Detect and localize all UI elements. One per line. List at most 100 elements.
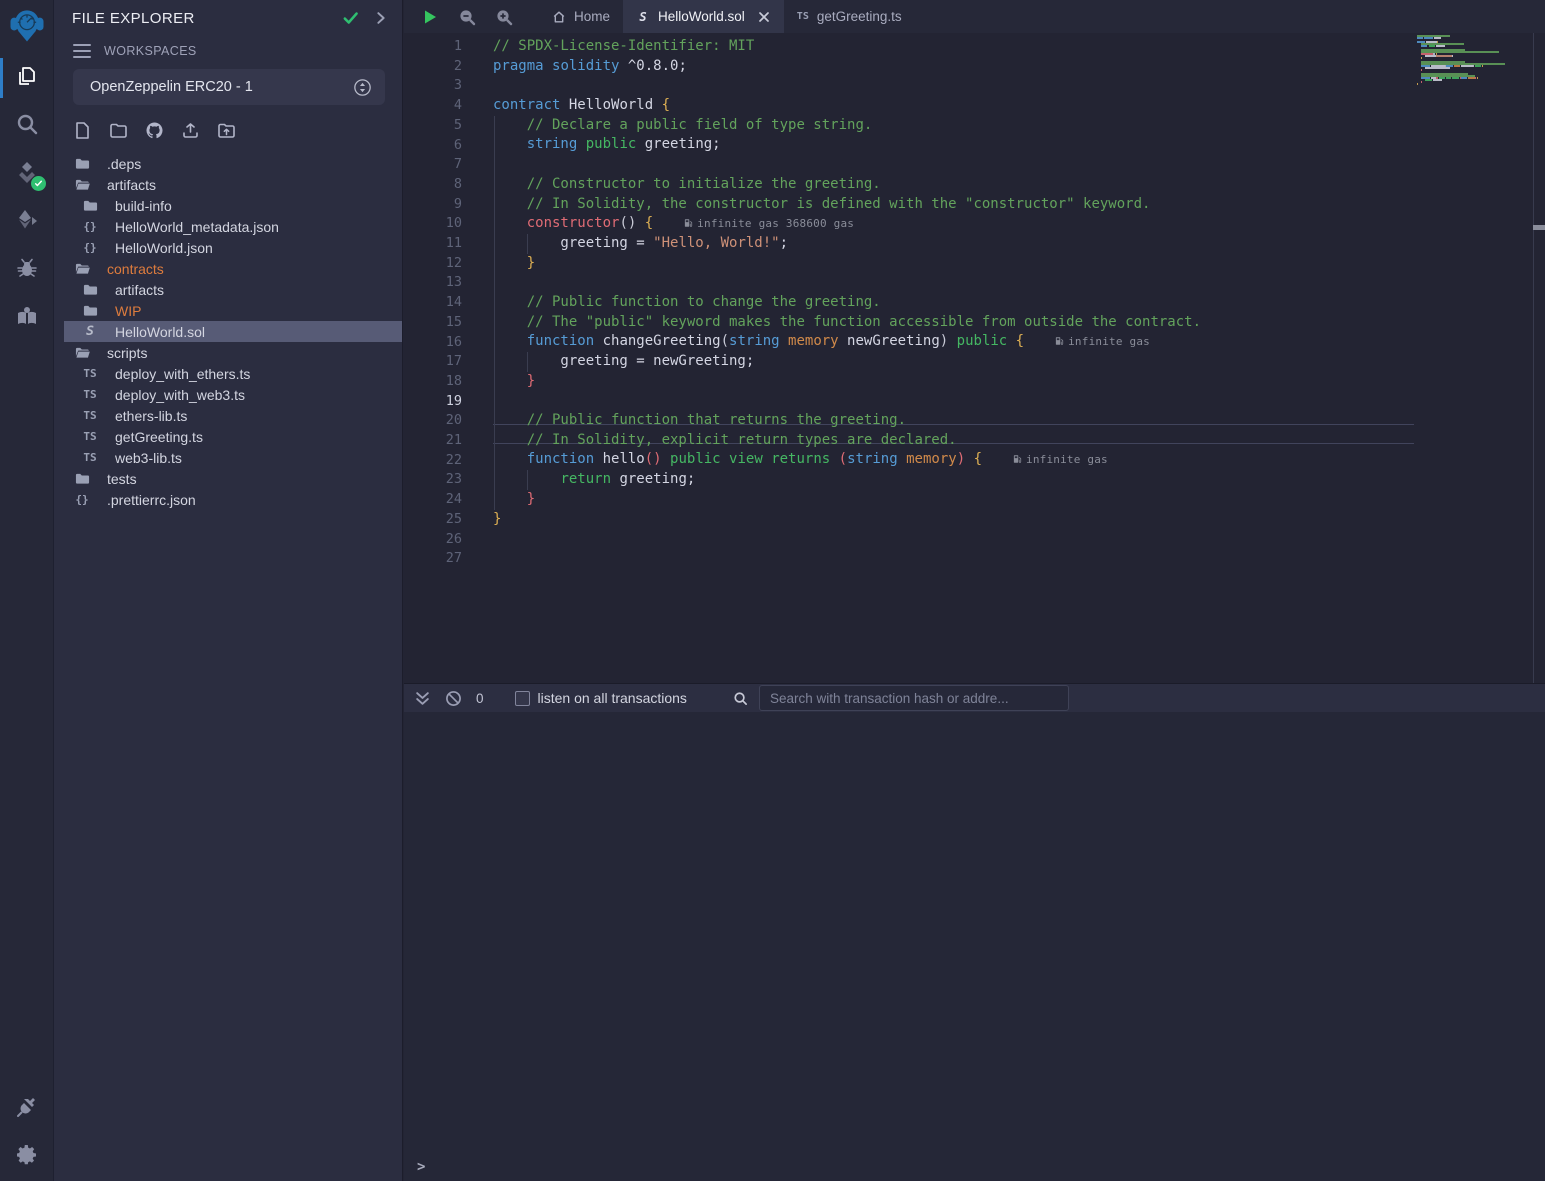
code-line: // In Solidity, explicit return types ar… (493, 431, 1405, 451)
zoom-out-button[interactable] (458, 8, 476, 26)
activity-item-search[interactable] (0, 102, 54, 150)
tree-item-.prettierrc.json[interactable]: {}.prettierrc.json (64, 489, 402, 510)
json-file-icon: {} (75, 493, 88, 506)
activity-item-learneth[interactable] (0, 294, 54, 342)
deploy-run-icon (15, 208, 39, 237)
line-number: 23 (404, 470, 462, 490)
code-line: greeting = "Hello, World!"; (493, 234, 1405, 254)
line-number: 13 (404, 273, 462, 293)
line-number: 5 (404, 116, 462, 136)
folder-closed-icon (83, 303, 98, 318)
code-line (493, 155, 1405, 175)
tab-Home[interactable]: Home (539, 0, 623, 33)
upload-folder-button[interactable] (217, 122, 244, 144)
search-icon (15, 112, 39, 141)
activity-item-file-explorer[interactable] (0, 54, 54, 102)
listen-transactions-checkbox[interactable] (515, 691, 530, 706)
editor-body[interactable]: 1234567891011121314151617181920212223242… (404, 33, 1545, 683)
tree-item-scripts[interactable]: scripts (64, 342, 402, 363)
code-line: // Constructor to initialize the greetin… (493, 175, 1405, 195)
line-number: 19 (404, 392, 462, 412)
gas-pump-icon (683, 217, 697, 230)
terminal-output[interactable]: > (404, 712, 1545, 1181)
line-number: 12 (404, 254, 462, 274)
tree-item-HelloWorld_metadata.json[interactable]: {}HelloWorld_metadata.json (64, 216, 402, 237)
activity-item-deploy-run[interactable] (0, 198, 54, 246)
tree-item-web3-lib.ts[interactable]: TSweb3-lib.ts (64, 447, 402, 468)
code-line: // Declare a public field of type string… (493, 116, 1405, 136)
chevron-right-icon[interactable] (374, 11, 388, 25)
remix-logo[interactable] (0, 0, 54, 54)
activity-item-debugger[interactable] (0, 246, 54, 294)
clone-github-button[interactable] (145, 122, 172, 144)
tree-item-tests[interactable]: tests (64, 468, 402, 489)
transaction-search-input[interactable] (759, 685, 1069, 711)
line-numbers: 1234567891011121314151617181920212223242… (404, 37, 462, 569)
code-line (493, 273, 1405, 293)
code-line: // The "public" keyword makes the functi… (493, 313, 1405, 333)
typescript-file-icon: TS (83, 367, 96, 380)
tree-item-HelloWorld.sol[interactable]: SHelloWorld.sol (64, 321, 402, 342)
editor-tabs: HomeSHelloWorld.solTSgetGreeting.ts (539, 0, 915, 33)
tree-item-deploy_with_ethers.ts[interactable]: TSdeploy_with_ethers.ts (64, 363, 402, 384)
remix-ide: FILE EXPLORER WORKSPACES OpenZeppelin ER… (0, 0, 1545, 1181)
tree-item-contracts[interactable]: contracts (64, 258, 402, 279)
line-number: 11 (404, 234, 462, 254)
scrollbar-handle[interactable] (1533, 225, 1545, 230)
typescript-file-icon: TS (83, 451, 96, 464)
gas-pump-icon (1012, 453, 1026, 466)
code-line (493, 76, 1405, 96)
activity-item-solidity-compiler[interactable] (0, 150, 54, 198)
typescript-file-icon: TS (83, 388, 96, 401)
editor-scrollbar[interactable] (1533, 33, 1545, 683)
activity-items (0, 54, 53, 342)
code-line: } (493, 510, 1405, 530)
run-script-button[interactable] (421, 8, 439, 26)
workspaces-row: WORKSPACES (73, 44, 197, 58)
tree-item-.deps[interactable]: .deps (64, 153, 402, 174)
code-lines[interactable]: // SPDX-License-Identifier: MITpragma so… (493, 37, 1405, 569)
upload-file-button[interactable] (181, 122, 208, 144)
folder-open-icon (75, 345, 90, 360)
transaction-count: 0 (476, 691, 484, 706)
tree-item-artifacts[interactable]: artifacts (64, 174, 402, 195)
solidity-file-icon: S (636, 10, 650, 24)
tree-item-getGreeting.ts[interactable]: TSgetGreeting.ts (64, 426, 402, 447)
activity-item-settings[interactable] (0, 1133, 54, 1181)
folder-closed-icon (83, 282, 98, 297)
tab-HelloWorld.sol[interactable]: SHelloWorld.sol (623, 0, 784, 33)
gas-estimate: infinite gas 368600 gas (683, 217, 854, 230)
typescript-file-icon: TS (797, 11, 809, 22)
select-caret-icon (354, 79, 371, 96)
tab-getGreeting.ts[interactable]: TSgetGreeting.ts (784, 0, 915, 33)
code-line: function hello() public view returns (st… (493, 450, 1405, 470)
editor-tab-bar: HomeSHelloWorld.solTSgetGreeting.ts (404, 0, 1545, 33)
clear-console-icon[interactable] (445, 690, 462, 707)
tree-item-build-info[interactable]: build-info (64, 195, 402, 216)
new-file-button[interactable] (73, 122, 100, 144)
workspace-select[interactable]: OpenZeppelin ERC20 - 1 (73, 69, 385, 105)
code-line: } (493, 490, 1405, 510)
tree-item-deploy_with_web3.ts[interactable]: TSdeploy_with_web3.ts (64, 384, 402, 405)
tree-item-WIP[interactable]: WIP (64, 300, 402, 321)
upload-file-icon (181, 121, 200, 145)
explorer-toolbar (73, 122, 244, 144)
code-line (493, 549, 1405, 569)
tree-item-artifacts[interactable]: artifacts (64, 279, 402, 300)
workspaces-menu-icon[interactable] (73, 44, 91, 58)
code-line: string public greeting; (493, 135, 1405, 155)
workspaces-label: WORKSPACES (104, 44, 197, 58)
collapse-terminal-icon[interactable] (414, 690, 431, 707)
code-line: greeting = newGreeting; (493, 352, 1405, 372)
zoom-in-button[interactable] (495, 8, 513, 26)
file-explorer-panel: FILE EXPLORER WORKSPACES OpenZeppelin ER… (54, 0, 403, 1181)
tree-item-ethers-lib.ts[interactable]: TSethers-lib.ts (64, 405, 402, 426)
tree-item-HelloWorld.json[interactable]: {}HelloWorld.json (64, 237, 402, 258)
close-tab-icon[interactable] (757, 10, 771, 24)
activity-item-plugin-manager[interactable] (0, 1085, 54, 1133)
folder-closed-icon (75, 471, 90, 486)
new-folder-button[interactable] (109, 122, 136, 144)
minimap[interactable] (1417, 33, 1533, 89)
folder-open-icon (75, 177, 90, 192)
line-number: 27 (404, 549, 462, 569)
